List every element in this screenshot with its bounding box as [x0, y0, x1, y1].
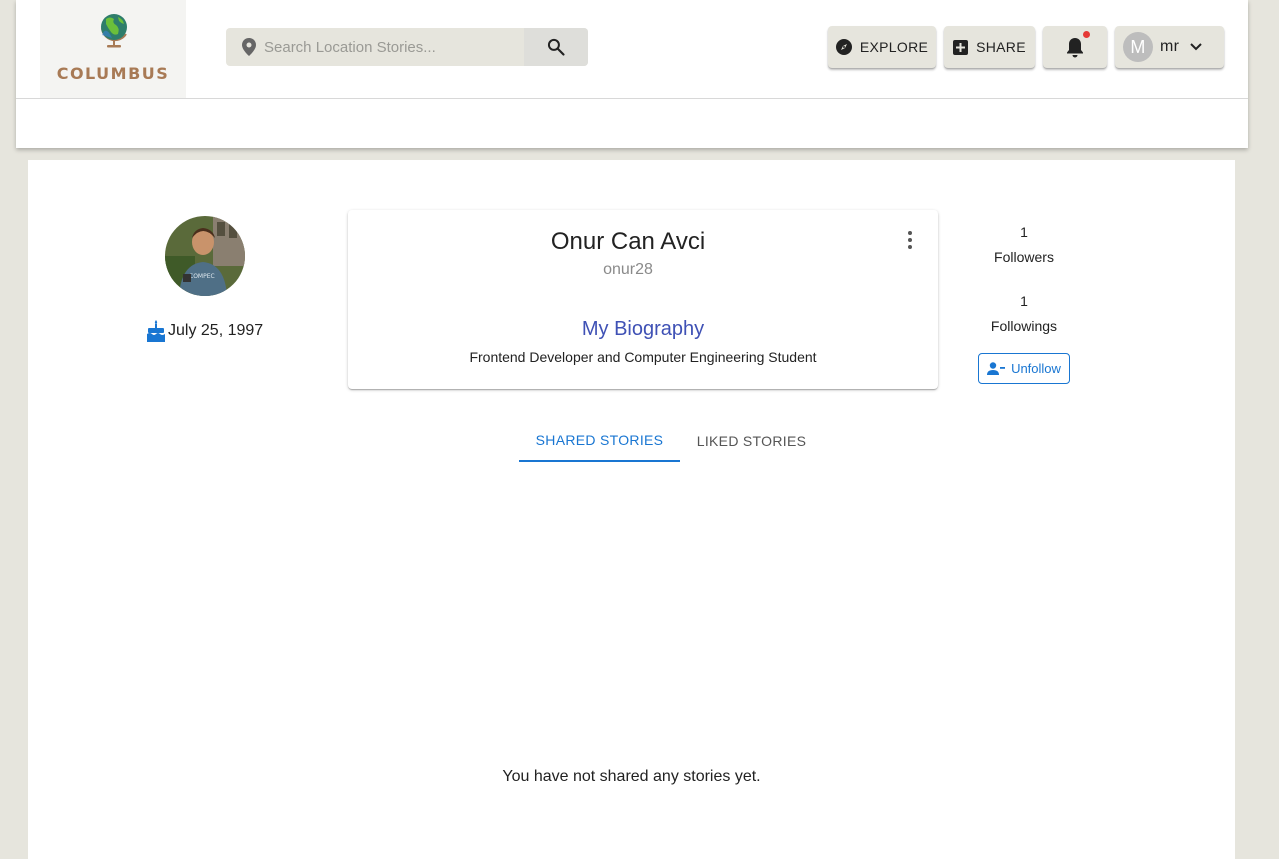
followings-label[interactable]: Followings — [978, 318, 1070, 334]
search-input[interactable] — [264, 28, 522, 66]
search-button[interactable] — [524, 28, 588, 66]
bell-icon — [1067, 37, 1083, 57]
compass-icon — [835, 39, 852, 55]
birthday-text: July 25, 1997 — [168, 322, 264, 339]
user-menu-button[interactable]: M mr — [1115, 26, 1224, 68]
notification-badge — [1083, 31, 1090, 38]
empty-stories-message: You have not shared any stories yet. — [502, 768, 761, 785]
share-label: SHARE — [976, 39, 1026, 55]
globe-icon — [101, 14, 127, 48]
biography-title: My Biography — [581, 318, 705, 340]
profile-full-name: Onur Can Avci — [550, 228, 706, 255]
more-vert-icon[interactable] — [898, 228, 922, 252]
logo-text: COLUMBUS — [56, 64, 170, 83]
location-pin-icon — [242, 38, 256, 56]
followings-count[interactable]: 1 — [978, 293, 1070, 309]
search-bar — [226, 28, 588, 66]
app-bar: COLUMBUS EXPLORE — [16, 0, 1248, 148]
search-icon — [547, 38, 565, 56]
profile-username: onur28 — [603, 261, 653, 278]
logo[interactable]: COLUMBUS — [40, 0, 186, 98]
cake-icon — [147, 320, 165, 342]
profile-photo: COMPEC — [165, 216, 245, 296]
stories-tabs: SHARED STORIES LIKED STORIES — [519, 420, 823, 462]
user-avatar: M — [1123, 32, 1153, 62]
tab-shared-stories[interactable]: SHARED STORIES — [519, 420, 680, 462]
explore-label: EXPLORE — [859, 39, 929, 55]
explore-button[interactable]: EXPLORE — [828, 26, 936, 68]
unfollow-button[interactable]: Unfollow — [978, 353, 1070, 384]
svg-text:COMPEC: COMPEC — [189, 273, 215, 280]
tab-liked-stories[interactable]: LIKED STORIES — [680, 420, 823, 462]
chevron-down-icon — [1190, 43, 1202, 51]
share-button[interactable]: SHARE — [944, 26, 1035, 68]
add-box-icon — [953, 39, 969, 55]
app-bar-row: COLUMBUS EXPLORE — [16, 0, 1248, 99]
biography-text: Frontend Developer and Computer Engineer… — [469, 349, 817, 365]
followers-label[interactable]: Followers — [978, 249, 1070, 265]
profile-page: COMPEC July 25, 1997 Onur Can Avci onur2… — [28, 160, 1235, 859]
profile-card: Onur Can Avci onur28 My Biography Fronte… — [348, 210, 938, 389]
notifications-button[interactable] — [1043, 26, 1107, 68]
person-remove-icon — [987, 362, 1006, 375]
followers-count[interactable]: 1 — [978, 224, 1070, 240]
user-name: mr — [1160, 38, 1180, 55]
unfollow-label: Unfollow — [1011, 361, 1061, 376]
profile-avatar: COMPEC — [165, 216, 245, 296]
birthday: July 25, 1997 — [146, 320, 263, 342]
